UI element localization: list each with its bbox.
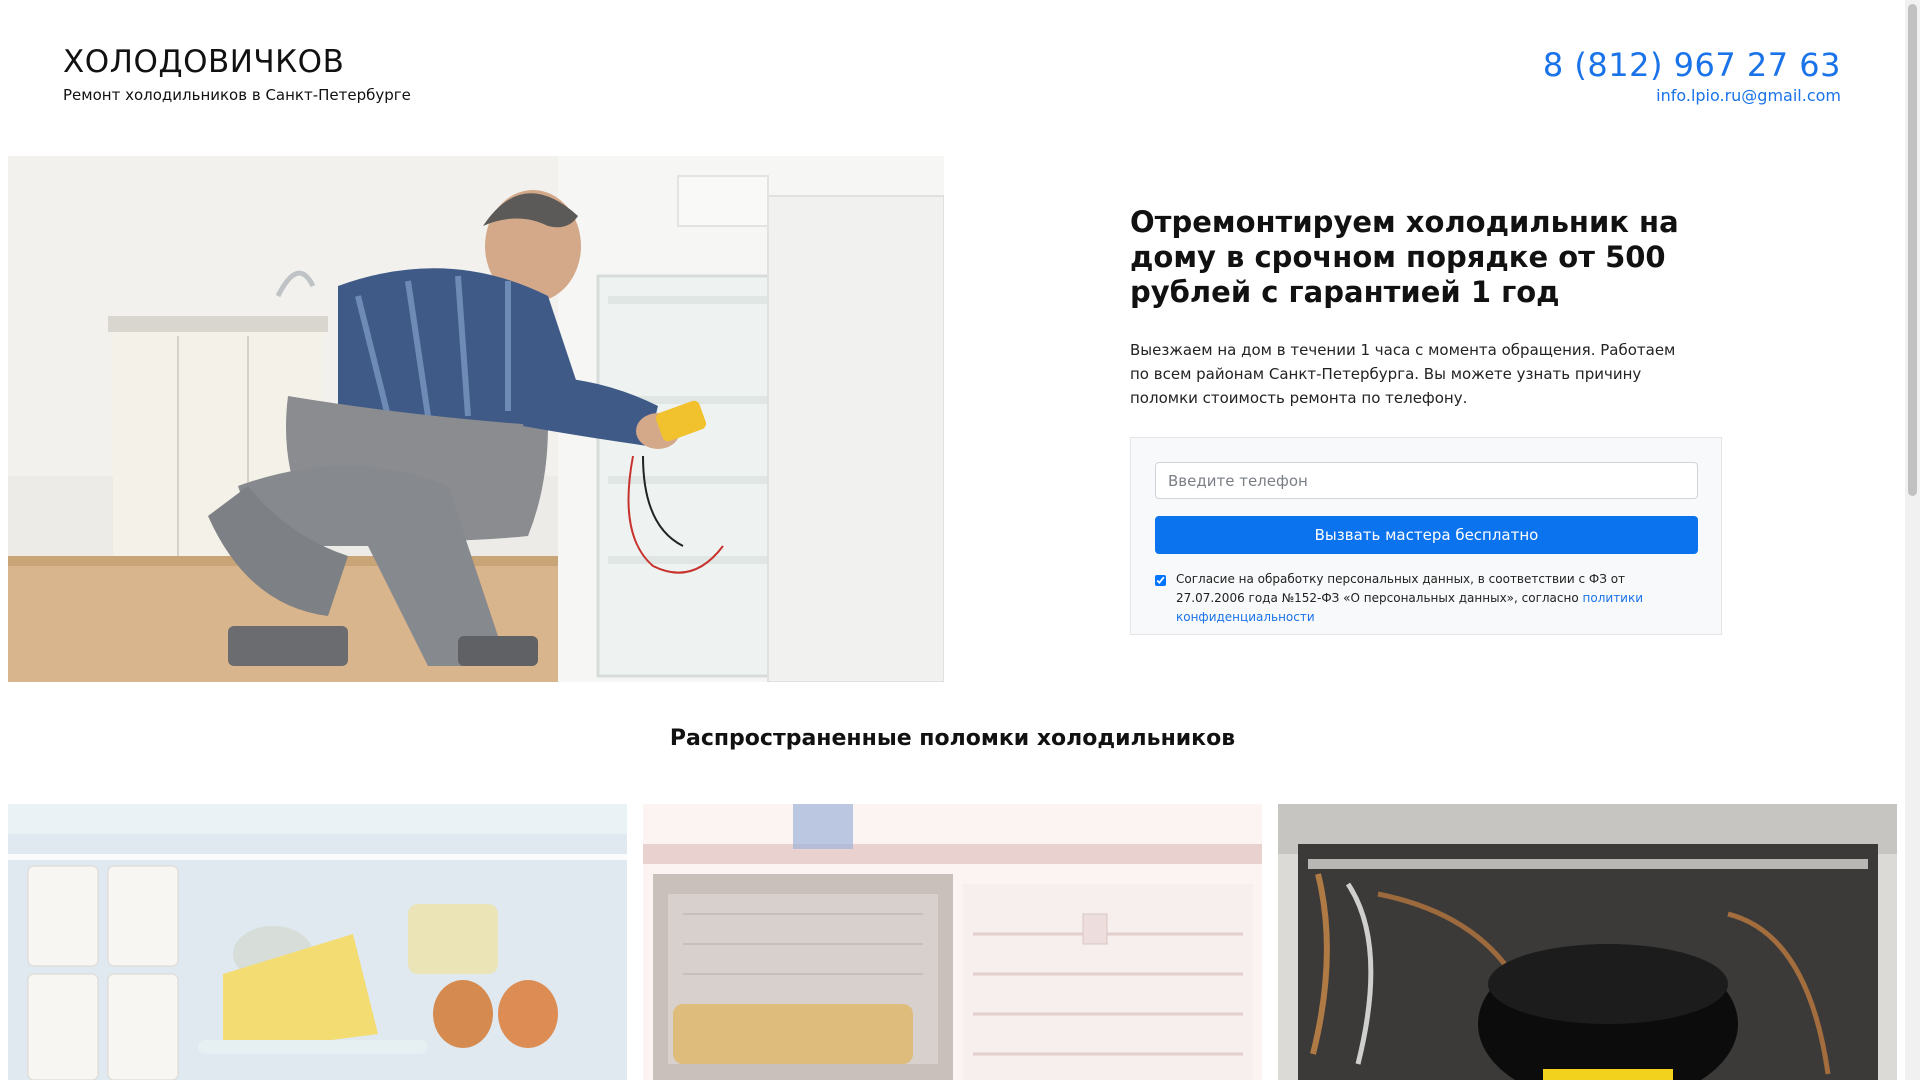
brand-subtitle: Ремонт холодильников в Санкт-Петербурге (63, 86, 411, 104)
breakdown-card-food[interactable] (8, 804, 627, 1080)
brand-title: ХОЛОДОВИЧКОВ (63, 44, 345, 80)
compressor-image (1278, 804, 1897, 1080)
hero-technician-image (8, 156, 944, 682)
section-title: Распространенные поломки холодильников (669, 726, 1236, 751)
breakdown-card-freezer[interactable] (643, 804, 1262, 1080)
phone-input[interactable] (1155, 462, 1698, 499)
hero-content: Отремонтируем холодильник на дому в сроч… (1130, 205, 1690, 410)
call-master-button[interactable]: Вызвать мастера бесплатно (1155, 516, 1698, 554)
scrollbar-thumb[interactable] (1908, 4, 1917, 496)
consent-checkbox[interactable] (1155, 575, 1166, 586)
hero-description: Выезжаем на дом в течении 1 часа с момен… (1130, 341, 1676, 407)
email-link[interactable]: info.lpio.ru@gmail.com (1656, 86, 1841, 105)
phone-link[interactable]: 8 (812) 967 27 63 (1543, 46, 1841, 84)
fridge-shelf-food-image (8, 804, 627, 1080)
freezer-ice-image (643, 804, 1262, 1080)
hero-title: Отремонтируем холодильник на дому в сроч… (1130, 205, 1679, 309)
site-header: ХОЛОДОВИЧКОВ Ремонт холодильников в Санк… (0, 0, 1905, 140)
callback-form: Вызвать мастера бесплатно Согласие на об… (1130, 437, 1722, 635)
consent-block: Согласие на обработку персональных данны… (1155, 570, 1695, 627)
consent-label: Согласие на обработку персональных данны… (1155, 570, 1695, 627)
page-scrollbar[interactable] (1905, 0, 1920, 1080)
consent-text: Согласие на обработку персональных данны… (1176, 572, 1626, 605)
breakdown-card-compressor[interactable] (1278, 804, 1897, 1080)
